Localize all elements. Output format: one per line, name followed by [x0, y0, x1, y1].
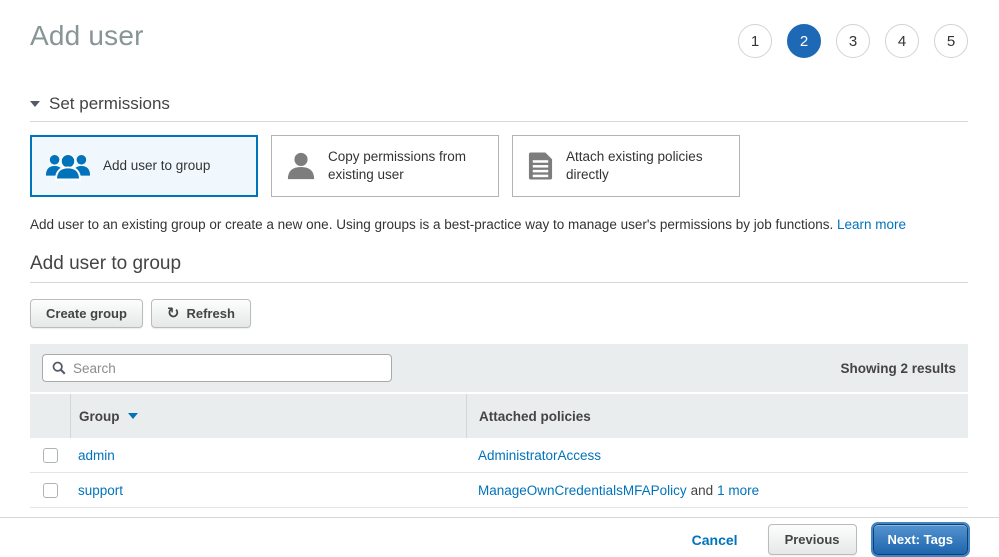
policies-cell: ManageOwnCredentialsMFAPolicy and1 more [466, 483, 968, 498]
page-title: Add user [30, 20, 144, 52]
divider [30, 121, 968, 122]
row-checkbox-admin[interactable] [43, 448, 58, 463]
wizard-step-2[interactable]: 2 [787, 24, 821, 58]
learn-more-link[interactable]: Learn more [837, 217, 906, 232]
set-permissions-toggle[interactable]: Set permissions [30, 94, 969, 114]
groups-panel: Showing 2 results Group Attached policie… [30, 344, 968, 508]
divider [30, 282, 968, 283]
group-cell: admin [70, 448, 466, 463]
refresh-label: Refresh [186, 306, 234, 321]
collapse-arrow-icon [30, 101, 40, 107]
page-header: Add user 1 2 3 4 5 [0, 0, 999, 58]
document-icon [527, 150, 554, 182]
cancel-button[interactable]: Cancel [692, 532, 738, 548]
previous-button[interactable]: Previous [768, 524, 857, 555]
option-copy-permissions[interactable]: Copy permissions from existing user [271, 135, 499, 197]
table-row-admin[interactable]: admin AdministratorAccess [30, 438, 968, 473]
column-header-policies: Attached policies [466, 394, 968, 438]
results-count: Showing 2 results [840, 361, 956, 376]
option-attach-policies[interactable]: Attach existing policies directly [512, 135, 740, 197]
wizard-step-3[interactable]: 3 [836, 24, 870, 58]
user-icon [286, 150, 316, 182]
policy-link[interactable]: AdministratorAccess [478, 448, 601, 463]
and-text: and [691, 483, 714, 498]
wizard-step-5[interactable]: 5 [934, 24, 968, 58]
group-link-support[interactable]: support [78, 483, 123, 498]
next-tags-button[interactable]: Next: Tags [873, 524, 969, 555]
table-row-support[interactable]: support ManageOwnCredentialsMFAPolicy and… [30, 473, 968, 508]
set-permissions-label: Set permissions [49, 94, 170, 114]
column-header-policies-label: Attached policies [479, 409, 591, 424]
group-icon [45, 150, 91, 182]
checkbox-cell [30, 448, 70, 463]
table-toolbar: Showing 2 results [30, 344, 968, 392]
header-checkbox-cell [30, 394, 70, 438]
policies-cell: AdministratorAccess [466, 448, 968, 463]
group-section-heading: Add user to group [30, 253, 969, 275]
search-input[interactable] [73, 361, 382, 376]
wizard-step-1[interactable]: 1 [738, 24, 772, 58]
refresh-button[interactable]: ↻ Refresh [151, 299, 251, 328]
refresh-icon: ↻ [167, 306, 180, 321]
group-cell: support [70, 483, 466, 498]
wizard-step-4[interactable]: 4 [885, 24, 919, 58]
more-policies-link[interactable]: 1 more [717, 483, 759, 498]
row-checkbox-support[interactable] [43, 483, 58, 498]
search-box[interactable] [42, 354, 392, 382]
permission-option-cards: Add user to group Copy permissions from … [30, 135, 969, 197]
option-label: Add user to group [103, 157, 210, 175]
option-add-user-to-group[interactable]: Add user to group [30, 135, 258, 197]
table-header: Group Attached policies [30, 394, 968, 438]
option-label: Copy permissions from existing user [328, 148, 488, 183]
column-header-group[interactable]: Group [70, 394, 466, 438]
sort-desc-icon [128, 413, 138, 419]
column-header-group-label: Group [79, 409, 120, 424]
search-icon [52, 361, 66, 375]
wizard-steps: 1 2 3 4 5 [738, 24, 968, 58]
create-group-button[interactable]: Create group [30, 299, 143, 328]
group-toolbar: Create group ↻ Refresh [30, 299, 969, 328]
policy-link[interactable]: ManageOwnCredentialsMFAPolicy [478, 483, 687, 498]
checkbox-cell [30, 483, 70, 498]
option-label: Attach existing policies directly [566, 148, 729, 183]
group-link-admin[interactable]: admin [78, 448, 115, 463]
section-description: Add user to an existing group or create … [30, 217, 969, 232]
wizard-footer: Cancel Previous Next: Tags [0, 517, 999, 557]
description-text: Add user to an existing group or create … [30, 217, 833, 232]
